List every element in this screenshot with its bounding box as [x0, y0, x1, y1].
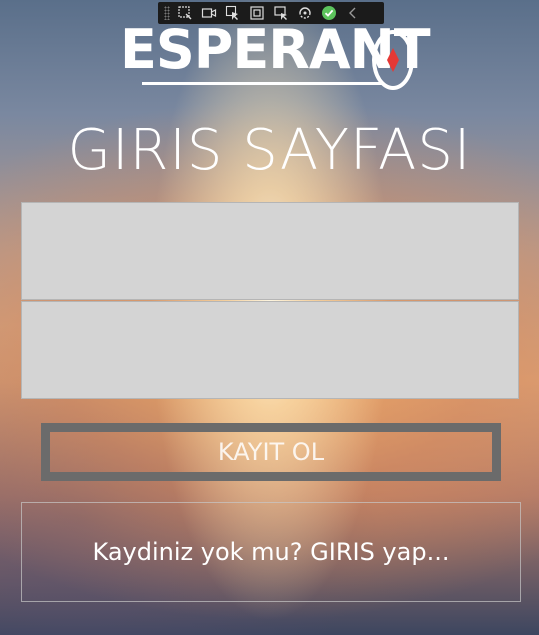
password-input[interactable]	[21, 301, 519, 399]
register-button[interactable]: KAYIT OL	[41, 423, 501, 481]
login-link-button[interactable]: Kaydiniz yok mu? GIRIS yap...	[21, 502, 521, 602]
username-input[interactable]	[21, 202, 519, 300]
logo-wordmark: ESPERANT	[120, 18, 431, 81]
app-logo: ESPERANT	[120, 12, 431, 98]
login-link-label: Kaydiniz yok mu? GIRIS yap...	[92, 538, 450, 566]
logo-underline	[142, 82, 382, 85]
drop-icon	[387, 48, 399, 72]
page-title: GIRIS SAYFASI	[67, 118, 472, 183]
register-button-label: KAYIT OL	[217, 438, 325, 466]
